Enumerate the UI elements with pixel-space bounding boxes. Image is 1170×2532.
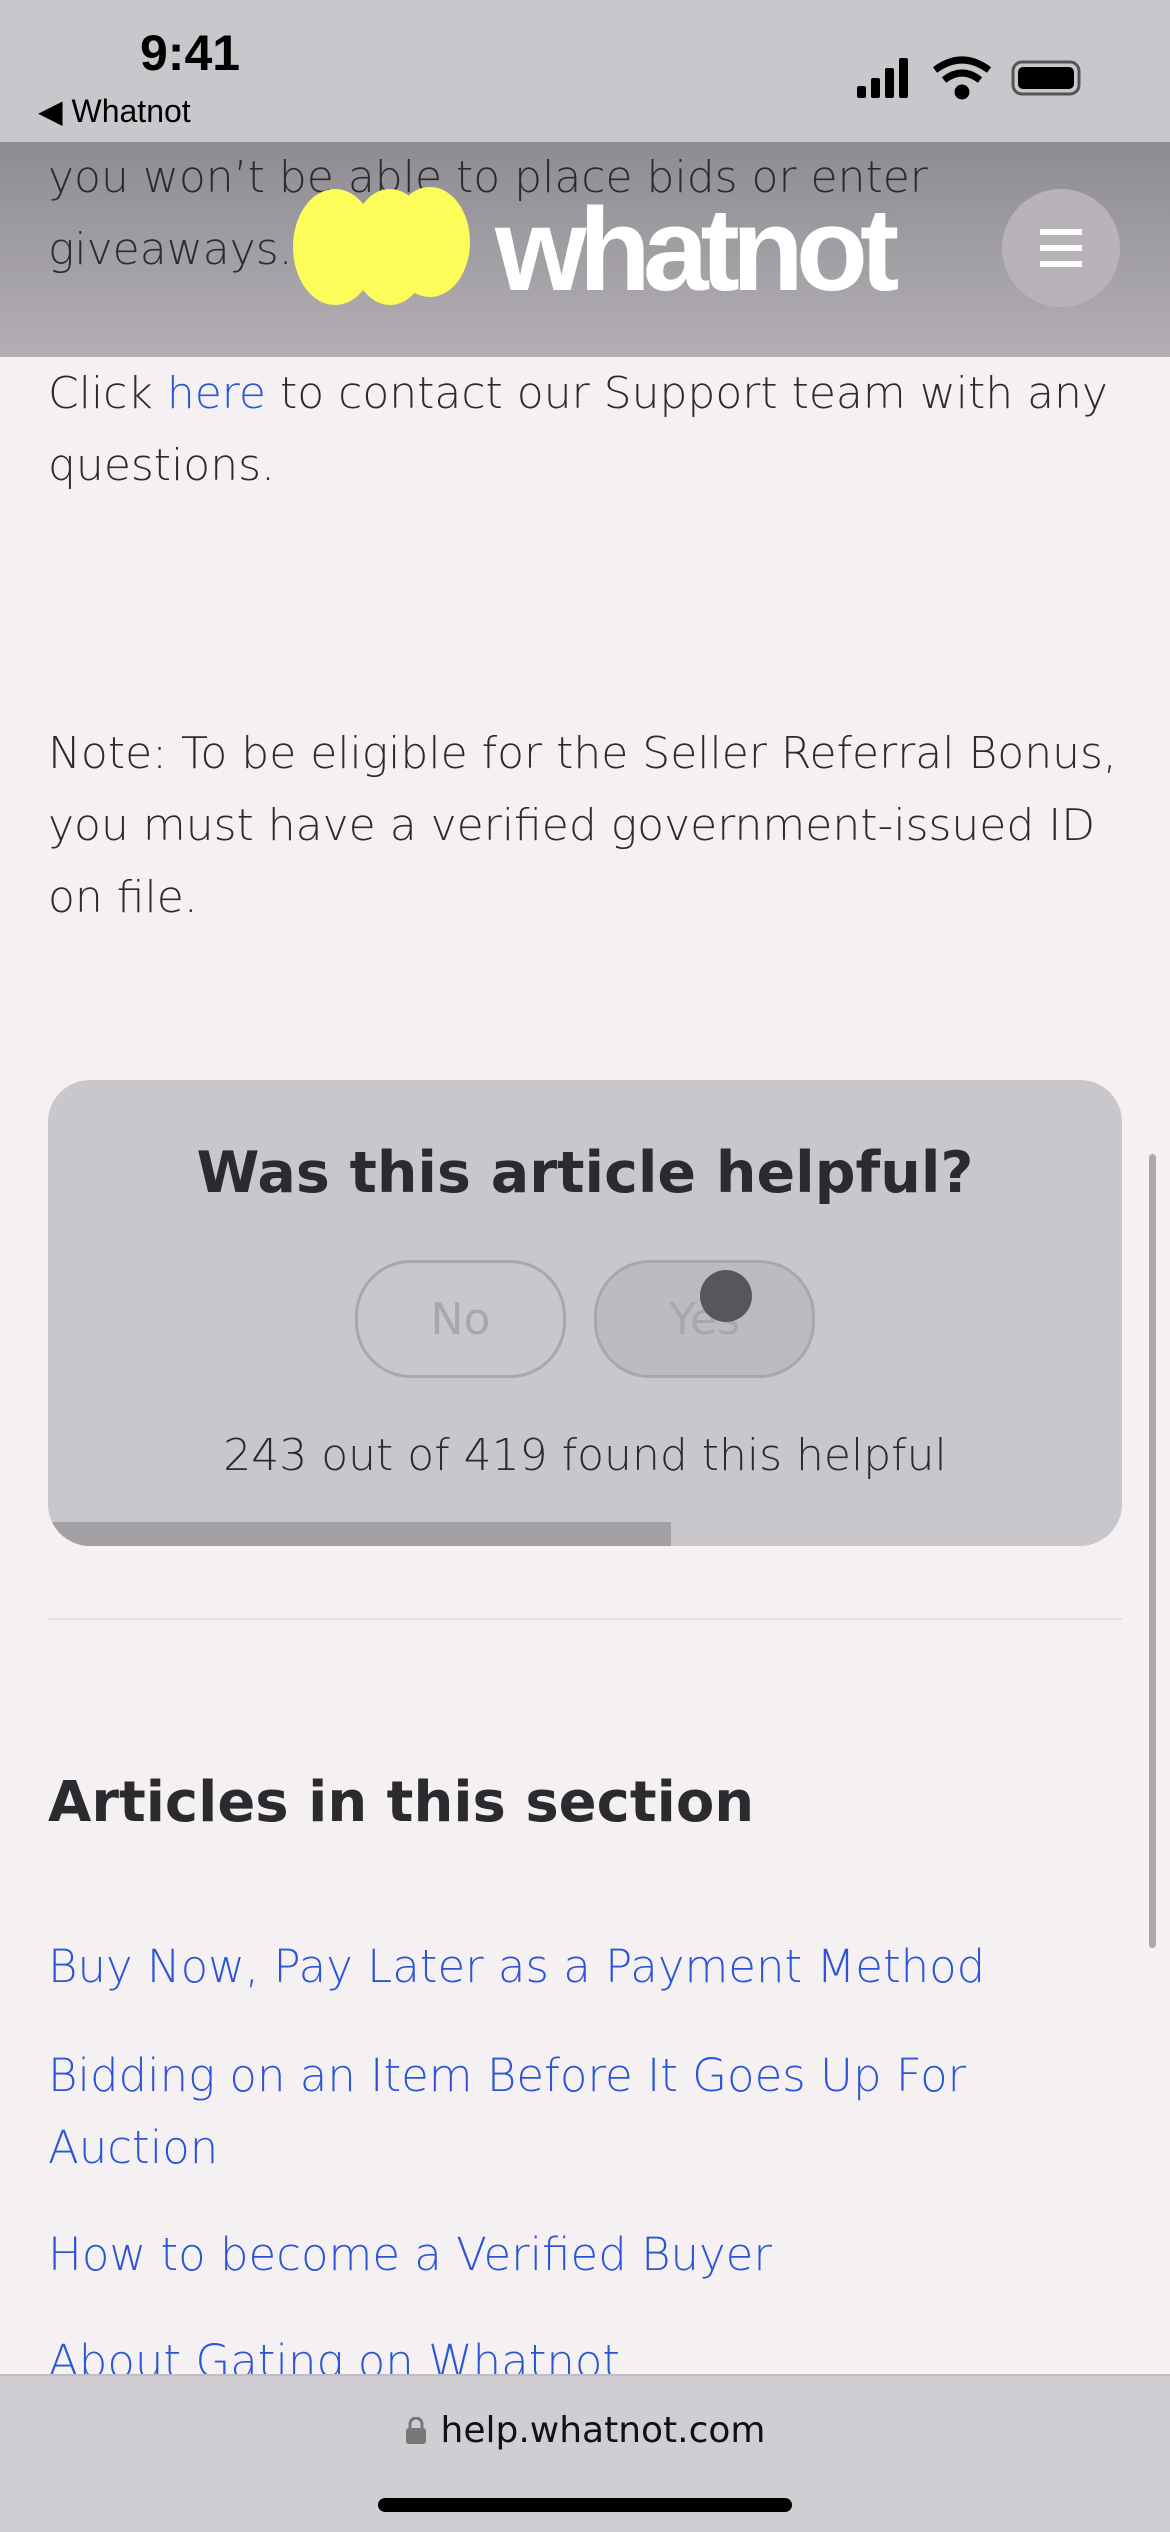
menu-button[interactable] [1002,189,1120,307]
article-link[interactable]: Bidding on an Item Before It Goes Up For… [48,2040,1108,2184]
back-label: Whatnot [71,93,191,129]
status-time: 9:41 [140,25,241,81]
back-to-app-button[interactable]: ◀ Whatnot [38,92,191,130]
contact-here-link[interactable]: here [167,368,266,419]
touch-indicator [700,1270,752,1322]
url-text: help.whatnot.com [440,2410,766,2451]
whatnot-wordmark: whatnot [495,184,899,316]
yes-button[interactable]: Yes [594,1260,815,1378]
home-indicator[interactable] [378,2498,792,2512]
feedback-title: Was this article helpful? [196,1140,974,1206]
feedback-card: Was this article helpful? No Yes 243 out… [48,1080,1122,1546]
back-triangle-icon: ◀ [38,93,63,129]
lock-icon [405,2416,426,2444]
article-link[interactable]: How to become a Verified Buyer [48,2219,1108,2291]
no-button[interactable]: No [355,1260,566,1378]
contact-paragraph: Click here to contact our Support team w… [48,358,1128,502]
hamburger-icon [1040,229,1082,267]
wifi-icon [932,56,992,100]
scrollbar[interactable] [1149,1154,1156,1948]
status-icons [857,56,1081,100]
battery-icon [1011,60,1081,96]
article-link[interactable]: Buy Now, Pay Later as a Payment Method [48,1931,1108,2003]
browser-bottom-bar: help.whatnot.com [0,2374,1170,2532]
section-title: Articles in this section [48,1770,755,1835]
note-paragraph: Note: To be eligible for the Seller Refe… [48,728,1117,923]
site-header: you won’t be able to place bids or enter… [0,142,1170,357]
helpful-count: 243 out of 419 found this helpful [223,1430,947,1481]
divider [48,1618,1122,1620]
signal-icon [857,58,908,98]
helpful-progress-bar [48,1522,671,1546]
whatnot-logo-icon[interactable] [290,187,475,313]
url-field[interactable]: help.whatnot.com [0,2410,1170,2451]
contact-text: Click [48,368,167,419]
status-bar: 9:41 ◀ Whatnot [0,0,1170,142]
